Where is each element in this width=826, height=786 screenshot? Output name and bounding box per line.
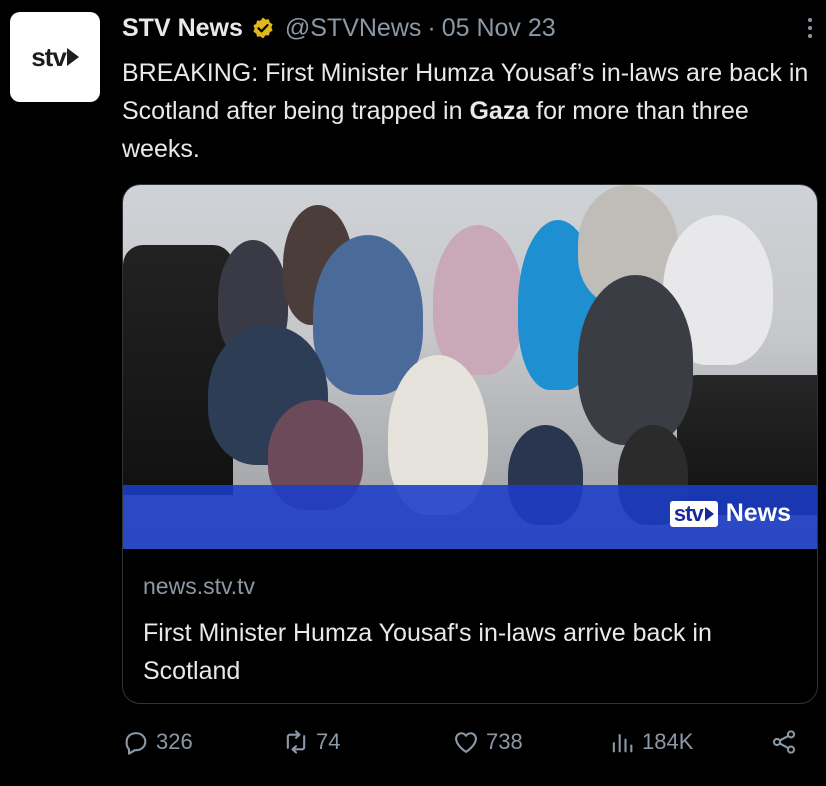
stv-logo: stv: [31, 42, 79, 73]
link-card[interactable]: stv News news.stv.tv First Minister Humz…: [122, 184, 818, 704]
play-triangle-icon: [66, 48, 79, 66]
photo-figure: [433, 225, 523, 375]
reply-count: 326: [156, 729, 193, 754]
card-title[interactable]: First Minister Humza Yousaf's in-laws ar…: [143, 614, 797, 690]
more-options-icon[interactable]: [808, 18, 812, 38]
tweet[interactable]: stv STV News @STVNews · 05 Nov 23 BREAKI…: [0, 0, 826, 786]
banner-label: News: [725, 499, 791, 527]
share-icon: [772, 730, 796, 754]
banner-stv-badge: stv: [669, 500, 718, 527]
avatar[interactable]: stv: [10, 12, 100, 102]
card-meta: news.stv.tv First Minister Humza Yousaf'…: [123, 549, 817, 690]
reply-button[interactable]: 326: [122, 728, 193, 756]
avatar-logo-text: stv: [31, 41, 67, 72]
tweet-header: STV News @STVNews · 05 Nov 23: [122, 10, 810, 46]
card-image[interactable]: stv News: [123, 185, 817, 549]
share-button[interactable]: [770, 728, 798, 756]
display-name[interactable]: STV News: [122, 14, 243, 43]
user-handle[interactable]: @STVNews: [285, 14, 422, 43]
separator-dot: ·: [427, 13, 436, 42]
tweet-text-bold[interactable]: Gaza: [469, 97, 529, 125]
tweet-text: BREAKING: First Minister Humza Yousaf’s …: [122, 54, 812, 168]
views-count: 184K: [642, 729, 694, 754]
repost-count: 74: [316, 729, 341, 754]
action-bar: 326 74 738 184K: [122, 728, 812, 764]
like-icon: [455, 732, 477, 753]
verified-badge-icon[interactable]: [251, 16, 275, 40]
like-button[interactable]: 738: [452, 728, 523, 756]
card-image-banner: stv News: [123, 485, 817, 549]
repost-button[interactable]: 74: [282, 728, 340, 756]
post-date[interactable]: 05 Nov 23: [442, 14, 556, 43]
banner-brand-text: stv: [673, 500, 704, 526]
like-count: 738: [486, 729, 523, 754]
views-button[interactable]: 184K: [608, 728, 693, 756]
stv-news-logo: stv News: [669, 499, 791, 528]
reply-icon: [125, 732, 147, 755]
repost-icon: [286, 730, 306, 754]
photo-figure: [578, 275, 693, 445]
play-triangle-icon: [704, 506, 714, 521]
card-domain: news.stv.tv: [143, 573, 256, 599]
views-icon: [612, 733, 633, 753]
